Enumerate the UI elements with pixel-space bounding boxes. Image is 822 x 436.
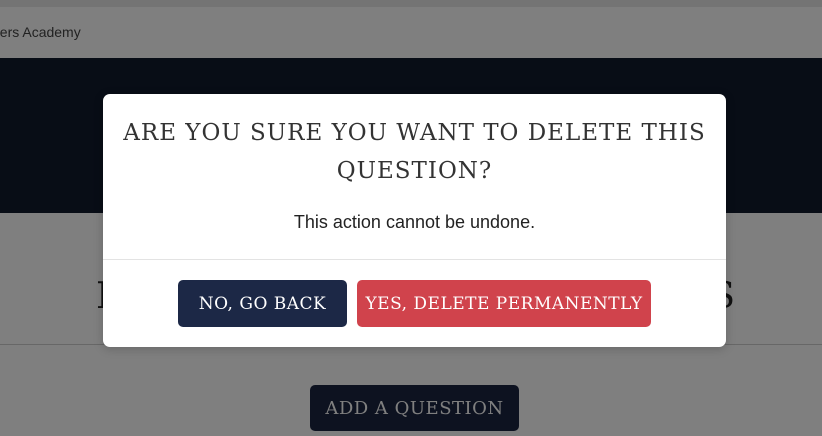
modal-message: This action cannot be undone. xyxy=(293,212,536,232)
modal-footer-divider xyxy=(103,259,726,260)
page: ders Academy F S ADD A QUESTION ARE YOU … xyxy=(0,0,822,436)
delete-confirmation-modal: ARE YOU SURE YOU WANT TO DELETE THIS QUE… xyxy=(103,94,726,347)
go-back-button[interactable]: NO, GO BACK xyxy=(178,280,347,327)
delete-permanently-button[interactable]: YES, DELETE PERMANENTLY xyxy=(357,280,651,327)
modal-title: ARE YOU SURE YOU WANT TO DELETE THIS QUE… xyxy=(123,120,706,184)
